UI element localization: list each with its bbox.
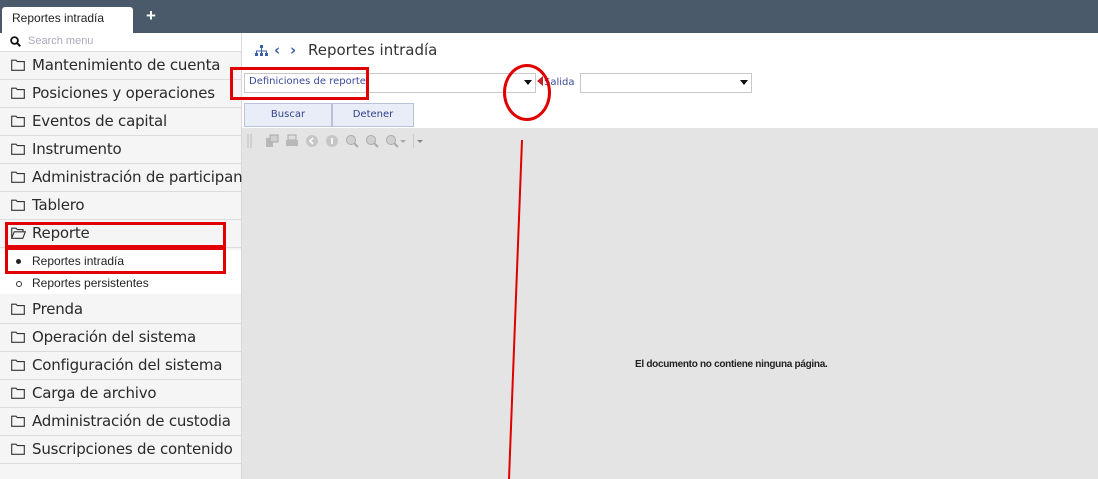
annotation-pointer-line: [508, 139, 523, 479]
